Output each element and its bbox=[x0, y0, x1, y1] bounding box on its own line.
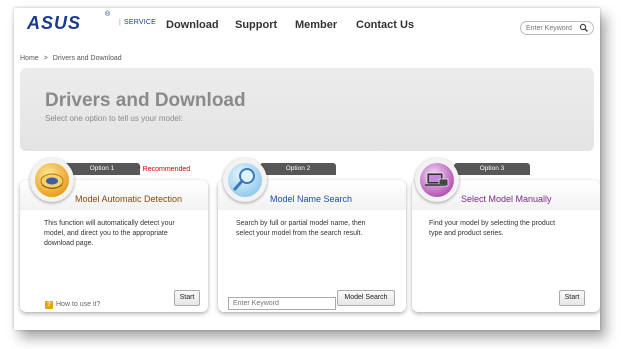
site-header: ASUS ® SERVICE Download Support Member C… bbox=[14, 8, 600, 48]
breadcrumb-home[interactable]: Home bbox=[20, 55, 39, 62]
option-3-description: Find your model by selecting the product… bbox=[429, 220, 556, 237]
page-title: Drivers and Download bbox=[45, 90, 246, 111]
help-icon: ? bbox=[45, 301, 53, 309]
option-3-tab: Option 3 bbox=[454, 163, 530, 175]
hero-banner: Drivers and Download Select one option t… bbox=[20, 68, 594, 151]
how-to-use-link[interactable]: How to use it? bbox=[56, 301, 100, 308]
nav-support[interactable]: Support bbox=[235, 19, 277, 31]
model-keyword-input[interactable] bbox=[228, 297, 336, 310]
service-label: SERVICE bbox=[119, 19, 156, 26]
search-input[interactable] bbox=[526, 22, 578, 34]
breadcrumb-current: Drivers and Download bbox=[52, 55, 122, 62]
svg-text:ASUS: ASUS bbox=[27, 14, 81, 32]
nav-contact-us[interactable]: Contact Us bbox=[356, 19, 414, 31]
devices-icon bbox=[420, 163, 454, 197]
search-icon[interactable] bbox=[579, 22, 589, 34]
magnifier-icon bbox=[228, 163, 262, 197]
option-1-tab: Option 1 bbox=[64, 163, 140, 175]
option-3-icon-wrap bbox=[415, 158, 459, 202]
nav-member[interactable]: Member bbox=[295, 19, 337, 31]
site-search bbox=[520, 21, 594, 35]
option-1-icon-wrap bbox=[30, 158, 74, 202]
option-1-description: This function will automatically detect … bbox=[44, 220, 175, 247]
breadcrumb: Home > Drivers and Download bbox=[20, 55, 127, 62]
recommended-label: * Recommended bbox=[138, 166, 191, 173]
option-2-tab: Option 2 bbox=[260, 163, 336, 175]
option-2-description: Search by full or partial model name, th… bbox=[236, 220, 366, 237]
model-search-button[interactable]: Model Search bbox=[337, 290, 395, 306]
option-2-title[interactable]: Model Name Search bbox=[270, 194, 352, 204]
asus-logo[interactable]: ASUS bbox=[27, 14, 107, 32]
nav-download[interactable]: Download bbox=[166, 19, 219, 31]
registered-mark: ® bbox=[105, 11, 111, 18]
option-1-start-button[interactable]: Start bbox=[174, 290, 200, 306]
globe-icon bbox=[35, 163, 69, 197]
option-2-icon-wrap bbox=[223, 158, 267, 202]
option-1-title[interactable]: Model Automatic Detection bbox=[75, 194, 182, 204]
asus-support-page: ASUS ® SERVICE Download Support Member C… bbox=[14, 8, 600, 330]
option-3-start-button[interactable]: Start bbox=[559, 290, 585, 306]
option-3-title[interactable]: Select Model Manually bbox=[461, 194, 552, 204]
breadcrumb-separator: > bbox=[43, 55, 48, 62]
page-subtitle: Select one option to tell us your model: bbox=[45, 114, 183, 123]
